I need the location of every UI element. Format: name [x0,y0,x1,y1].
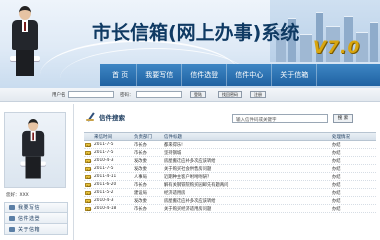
envelope-icon [85,206,91,211]
row-status: 办结 [332,142,341,148]
info-icon [9,226,15,232]
main-nav: 首 页 我要写信 信件选登 信件中心 关于信箱 [100,64,380,86]
table-row[interactable]: 2011-4-11 人事局 近期种主客户咐咐咐研？ 办结 [84,173,376,181]
side-menu: 我要写信 信件选登 关于信箱 [4,202,68,235]
side-item-label: 我要写信 [18,205,41,211]
table-row[interactable]: 2011-7-5 市长办 坚持钢城 办结 [84,149,376,157]
row-title-link[interactable]: 关于购买社会供售房问题 [164,166,332,172]
side-item-about[interactable]: 关于信箱 [4,224,68,235]
row-title-link[interactable]: 关于购买经济适用房问题 [164,206,332,212]
row-date: 2010-4-3 [94,198,114,203]
letters-table: 来信时间 负责部门 信件标题 处理情况 2011-7-5 市长办 都来得乐! 办结 20… [84,132,376,213]
row-title-link[interactable]: 坚持钢城 [164,150,332,156]
row-dept: 发改委 [134,198,147,204]
login-bar: 用户名 密码： 登陆 找回密码 注册 [0,88,380,102]
row-date: 2010-4-18 [94,206,117,211]
envelope-icon [85,166,91,171]
row-title-link[interactable]: 都来得乐! [164,142,332,148]
header-dept: 负责部门 [134,134,152,140]
main-content: 信件搜索 输入信件码或关键字 搜 索 来信时间 负责部门 信件标题 处理情况 2… [80,104,380,240]
side-item-label: 关于信箱 [18,226,41,233]
row-status: 办结 [332,158,341,164]
table-row[interactable]: 2011-5-2 建设局 经济适用房 办结 [84,189,376,197]
nav-about[interactable]: 关于信箱 [272,64,318,86]
row-dept: 市长办 [134,182,147,188]
nav-letter-center[interactable]: 信件中心 [227,64,273,86]
row-dept: 市长办 [134,150,147,156]
table-row[interactable]: 2010-4-18 市长办 关于购买经济适用房问题 办结 [84,205,376,213]
table-row[interactable]: 2011-7-5 市长办 都来得乐! 办结 [84,141,376,149]
envelope-icon [85,150,91,155]
pen-icon [86,112,96,122]
row-title-link[interactable]: 近期种主客户咐咐咐研？ [164,174,332,180]
envelope-icon [85,190,91,195]
nav-selected-letters[interactable]: 信件选登 [182,64,228,86]
document-icon [9,215,15,221]
table-row[interactable]: 2011-7-5 发改委 关于购买社会供售房问题 办结 [84,165,376,173]
row-dept: 发改委 [134,166,147,172]
password-label: 密码： [120,93,134,98]
row-date: 2011-7-5 [94,166,114,171]
row-title-link[interactable]: 经济适用房 [164,190,332,196]
row-date: 2011-4-11 [94,174,117,179]
row-status: 办结 [332,174,341,180]
table-row[interactable]: 2011-6-20 市长办 解有关钢铁院购买园邮先有题两问 办结 [84,181,376,189]
side-item-label: 信件选登 [18,215,41,222]
envelope-icon [85,198,91,203]
header-status: 处理情况 [332,134,350,140]
envelope-icon [85,182,91,187]
row-dept: 发改委 [134,158,147,164]
envelope-icon [85,142,91,147]
row-dept: 市长办 [134,142,147,148]
row-status: 办结 [332,166,341,172]
nav-home[interactable]: 首 页 [100,64,138,86]
login-button[interactable]: 登陆 [190,91,206,98]
header-banner: 市长信箱(网上办事)系统 V7.0 首 页 我要写信 信件选登 信件中心 关于信… [0,0,380,88]
register-button[interactable]: 注册 [250,91,266,98]
row-date: 2011-5-2 [94,190,114,195]
mayor-portrait [4,112,66,188]
header-date: 来信时间 [94,134,112,140]
username-label: 用户名 [52,93,66,98]
side-item-write-letter[interactable]: 我要写信 [4,202,68,213]
sidebar: 您好：XXX 我要写信 信件选登 关于信箱 [0,104,74,240]
table-row[interactable]: 2010-4-3 发改委 房屋搬迁应补多次应该转给 办结 [84,197,376,205]
row-status: 办结 [332,182,341,188]
header-title: 信件标题 [164,134,182,140]
password-input[interactable] [136,91,182,98]
search-header: 信件搜索 [86,112,125,122]
row-status: 办结 [332,190,341,196]
user-greeting: 您好：XXX [6,193,29,198]
site-title: 市长信箱(网上办事)系统 [92,22,300,44]
row-status: 办结 [332,150,341,156]
row-date: 2010-4-3 [94,158,114,163]
businessman-image [6,6,46,82]
envelope-icon [9,205,15,210]
row-status: 办结 [332,206,341,212]
row-status: 办结 [332,198,341,204]
row-date: 2011-7-5 [94,142,114,147]
forgot-password-button[interactable]: 找回密码 [218,91,242,98]
envelope-icon [85,174,91,179]
nav-write-letter[interactable]: 我要写信 [137,64,183,86]
row-dept: 建设局 [134,190,147,196]
table-header: 来信时间 负责部门 信件标题 处理情况 [84,132,376,141]
row-dept: 人事局 [134,174,147,180]
table-row[interactable]: 2010-4-3 发改委 房屋搬迁应补多次应该转给 办结 [84,157,376,165]
search-input[interactable]: 输入信件码或关键字 [232,114,328,123]
search-title: 信件搜索 [99,114,125,122]
search-button[interactable]: 搜 索 [333,114,353,123]
envelope-icon [85,158,91,163]
version-label: V7.0 [313,38,361,58]
row-dept: 市长办 [134,206,147,212]
username-input[interactable] [68,91,114,98]
row-title-link[interactable]: 解有关钢铁院购买园邮先有题两问 [164,182,332,188]
row-title-link[interactable]: 房屋搬迁应补多次应该转给 [164,198,332,204]
row-date: 2011-6-20 [94,182,117,187]
row-date: 2011-7-5 [94,150,114,155]
side-item-selected-letters[interactable]: 信件选登 [4,213,68,224]
row-title-link[interactable]: 房屋搬迁应补多次应该转给 [164,158,332,164]
